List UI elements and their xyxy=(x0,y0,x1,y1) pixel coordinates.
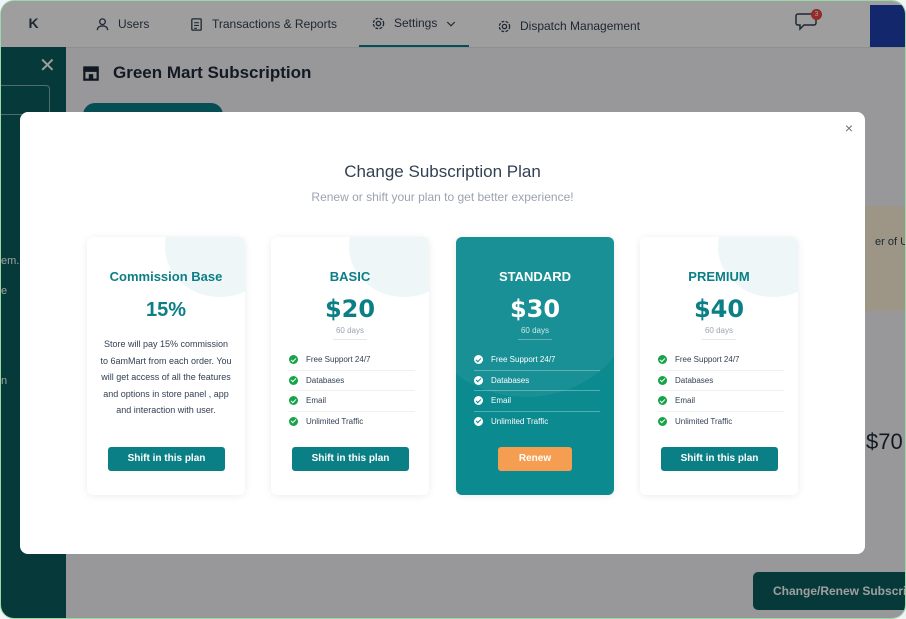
check-icon xyxy=(289,396,298,406)
check-icon xyxy=(658,416,667,426)
plan-card-standard: STANDARD $30 60 days Free Support 24/7 D… xyxy=(456,237,614,495)
check-icon xyxy=(658,396,667,406)
close-icon[interactable]: × xyxy=(845,120,853,136)
feature-item: Databases xyxy=(289,371,415,391)
renew-button[interactable]: Renew xyxy=(498,447,572,471)
plan-duration: 60 days xyxy=(335,326,365,335)
feature-item: Databases xyxy=(658,371,784,391)
plan-description: Store will pay 15% commission to 6amMart… xyxy=(100,339,232,415)
feature-item: Databases xyxy=(474,371,600,391)
feature-item: Free Support 24/7 xyxy=(289,350,415,371)
plan-price: 15% xyxy=(145,299,187,321)
feature-item: Email xyxy=(474,391,600,412)
feature-item: Free Support 24/7 xyxy=(474,350,600,371)
plan-name: PREMIUM xyxy=(688,269,750,284)
plan-duration: 60 days xyxy=(704,326,734,335)
feature-item: Free Support 24/7 xyxy=(658,350,784,371)
plan-duration: 60 days xyxy=(520,326,550,335)
decorative-shape xyxy=(165,237,245,297)
plan-card-commission: Commission Base 15% Store will pay 15% c… xyxy=(87,237,245,495)
check-icon xyxy=(474,416,483,426)
feature-label: Free Support 24/7 xyxy=(491,355,556,365)
divider xyxy=(333,339,367,340)
feature-list: Free Support 24/7 Databases Email Unlimi… xyxy=(658,350,784,431)
modal-title: Change Subscription Plan xyxy=(344,162,541,181)
shift-plan-button[interactable]: Shift in this plan xyxy=(108,447,225,471)
plan-name: BASIC xyxy=(329,269,371,284)
plan-card-premium: PREMIUM $40 60 days Free Support 24/7 Da… xyxy=(640,237,798,495)
check-icon xyxy=(289,375,298,385)
feature-label: Databases xyxy=(675,375,714,385)
plan-price: $40 xyxy=(693,295,745,323)
feature-list: Free Support 24/7 Databases Email Unlimi… xyxy=(474,350,600,431)
feature-item: Email xyxy=(289,391,415,412)
feature-label: Unlimited Traffic xyxy=(491,416,549,426)
feature-item: Email xyxy=(658,391,784,412)
feature-item: Unlimited Traffic xyxy=(289,412,415,432)
modal-subtitle: Renew or shift your plan to get better e… xyxy=(311,190,574,204)
feature-label: Email xyxy=(306,396,327,406)
feature-list: Free Support 24/7 Databases Email Unlimi… xyxy=(289,350,415,431)
decorative-shape xyxy=(718,237,798,297)
check-icon xyxy=(474,355,483,365)
check-icon xyxy=(658,355,667,365)
feature-label: Unlimited Traffic xyxy=(306,416,364,426)
plan-name: STANDARD xyxy=(499,269,571,284)
check-icon xyxy=(474,396,483,406)
feature-item: Unlimited Traffic xyxy=(658,412,784,432)
decorative-shape xyxy=(349,237,429,297)
check-icon xyxy=(289,355,298,365)
feature-label: Databases xyxy=(491,375,530,385)
feature-label: Free Support 24/7 xyxy=(675,355,740,365)
plan-card-basic: BASIC $20 60 days Free Support 24/7 Data… xyxy=(271,237,429,495)
check-icon xyxy=(289,416,298,426)
plan-name: Commission Base xyxy=(109,269,223,284)
feature-label: Email xyxy=(675,396,696,406)
check-icon xyxy=(658,375,667,385)
divider xyxy=(702,339,736,340)
shift-plan-button[interactable]: Shift in this plan xyxy=(292,447,409,471)
change-plan-modal: × Change Subscription Plan Renew or shif… xyxy=(20,112,865,554)
feature-item: Unlimited Traffic xyxy=(474,412,600,432)
feature-label: Free Support 24/7 xyxy=(306,355,371,365)
divider xyxy=(518,339,552,340)
shift-plan-button[interactable]: Shift in this plan xyxy=(661,447,778,471)
feature-label: Unlimited Traffic xyxy=(675,416,733,426)
app-frame: K ✕ em. e n Users Transactions & Reports… xyxy=(0,0,906,619)
feature-label: Databases xyxy=(306,375,345,385)
feature-label: Email xyxy=(491,396,512,406)
check-icon xyxy=(474,375,483,385)
plan-price: $30 xyxy=(509,295,561,323)
plan-price: $20 xyxy=(324,295,376,323)
